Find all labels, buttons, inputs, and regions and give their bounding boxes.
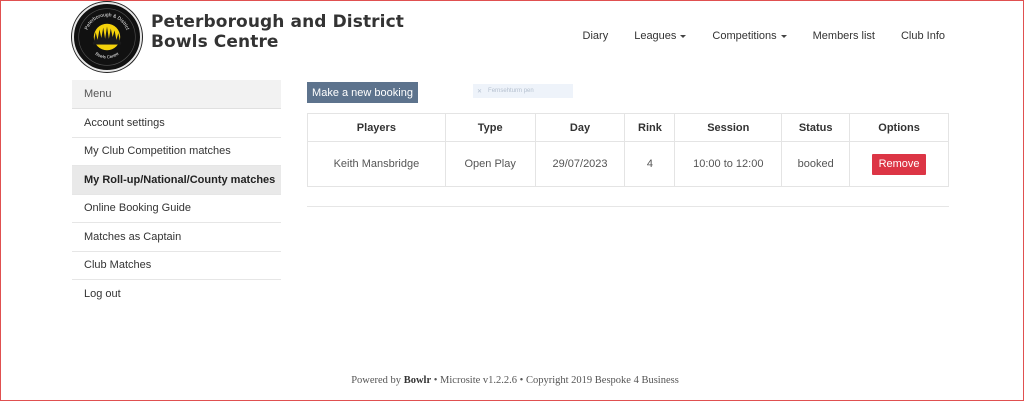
footer-rest: • Microsite v1.2.2.6 • Copyright 2019 Be…	[433, 375, 679, 386]
make-new-booking-button[interactable]: Make a new booking	[307, 82, 418, 103]
nav-diary-label: Diary	[582, 30, 609, 42]
cell-day: 29/07/2023	[534, 141, 626, 187]
column-header-session: Session	[674, 113, 783, 142]
nav-leagues[interactable]: Leagues	[621, 30, 699, 42]
remove-button[interactable]: Remove	[872, 153, 927, 175]
sidebar-item-club-matches[interactable]: Club Matches	[72, 252, 281, 280]
site-title-line1: Peterborough and District	[151, 12, 404, 32]
table-header-row: Players Type Day Rink Session Status Opt…	[307, 113, 949, 142]
sidebar-item-matches-as-captain[interactable]: Matches as Captain	[72, 223, 281, 252]
cell-status: booked	[781, 141, 851, 187]
nav-members-list[interactable]: Members list	[800, 30, 888, 42]
nav-diary[interactable]: Diary	[570, 30, 622, 42]
main-nav: Diary Leagues Competitions Members list …	[570, 30, 958, 42]
divider	[307, 206, 949, 207]
column-header-players: Players	[307, 113, 446, 142]
nav-members-list-label: Members list	[812, 30, 875, 42]
sidebar-item-account-settings[interactable]: Account settings	[72, 109, 281, 138]
search-input[interactable]: ✕ Fernsehturm pen	[473, 84, 573, 98]
site-title-line2: Bowls Centre	[151, 32, 279, 52]
caret-down-icon	[780, 34, 787, 38]
sidebar-heading: Menu	[72, 80, 281, 109]
footer: Powered by Bowlr • Microsite v1.2.2.6 • …	[0, 375, 1024, 386]
cell-players: Keith Mansbridge	[307, 141, 446, 187]
sidebar-item-online-booking-guide[interactable]: Online Booking Guide	[72, 195, 281, 223]
sidebar-item-club-competition-matches[interactable]: My Club Competition matches	[72, 138, 281, 166]
bookings-table: Players Type Day Rink Session Status Opt…	[307, 113, 949, 187]
cell-options: Remove	[849, 141, 949, 187]
footer-brand-link[interactable]: Bowlr	[404, 375, 431, 386]
close-icon[interactable]: ✕	[477, 88, 482, 95]
club-crest-icon[interactable]: Peterborough & District Bowls Centre	[72, 2, 142, 72]
nav-leagues-label: Leagues	[634, 30, 677, 42]
sidebar-item-rollup-matches[interactable]: My Roll-up/National/County matches	[72, 166, 281, 195]
caret-down-icon	[680, 34, 687, 38]
column-header-options: Options	[849, 113, 949, 142]
column-header-day: Day	[534, 113, 626, 142]
search-placeholder: Fernsehturm pen	[488, 88, 534, 94]
nav-competitions-label: Competitions	[712, 30, 777, 42]
sidebar-menu: Menu Account settings My Club Competitio…	[72, 80, 281, 309]
site-title[interactable]: Peterborough and District Bowls Centre	[151, 12, 404, 52]
sidebar-item-log-out[interactable]: Log out	[72, 280, 281, 309]
column-header-type: Type	[444, 113, 536, 142]
cell-rink: 4	[624, 141, 676, 187]
nav-competitions[interactable]: Competitions	[699, 30, 799, 42]
footer-prefix: Powered by	[351, 375, 402, 386]
column-header-status: Status	[781, 113, 851, 142]
cell-type: Open Play	[444, 141, 536, 187]
nav-club-info[interactable]: Club Info	[888, 30, 958, 42]
table-row: Keith Mansbridge Open Play 29/07/2023 4 …	[307, 141, 949, 187]
column-header-rink: Rink	[624, 113, 676, 142]
nav-club-info-label: Club Info	[900, 30, 945, 42]
cell-session: 10:00 to 12:00	[674, 141, 783, 187]
